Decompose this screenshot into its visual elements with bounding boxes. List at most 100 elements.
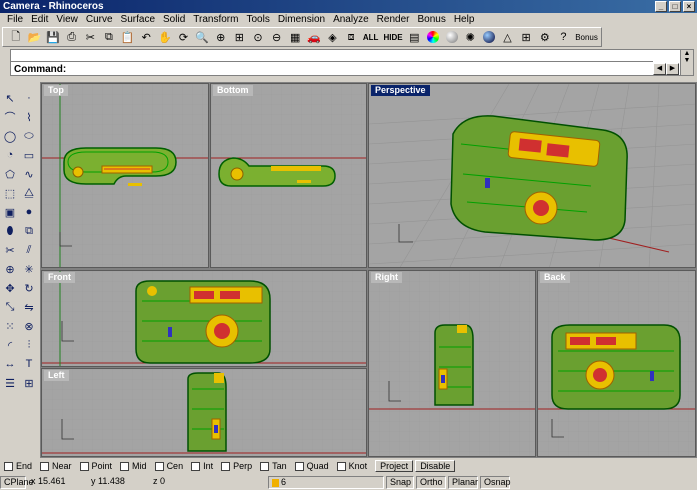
new-icon[interactable]: 🗋 [7, 28, 25, 46]
print-icon[interactable]: ⎙ [63, 28, 81, 46]
osnap-tan[interactable]: Tan [260, 461, 287, 471]
surface-icon[interactable]: ⬚ [2, 185, 18, 201]
sphere-icon[interactable]: ● [21, 204, 37, 220]
render-icon[interactable]: ◈ [324, 28, 342, 46]
shaded-sphere-icon[interactable] [443, 28, 461, 46]
freeform-icon[interactable]: ∿ [21, 166, 37, 182]
menu-analyze[interactable]: Analyze [329, 13, 373, 26]
offset-icon[interactable]: ⫶ [21, 337, 37, 353]
viewport-title[interactable]: Bottom [213, 85, 253, 96]
viewport-right[interactable]: Right [368, 270, 536, 457]
checkbox[interactable] [260, 461, 270, 471]
viewport-left[interactable]: Left [41, 368, 367, 457]
dimension-icon[interactable]: ↔ [2, 356, 18, 372]
show-all-button[interactable]: ALL [361, 28, 381, 46]
circle-icon[interactable]: ◯ [2, 128, 18, 144]
cut-icon[interactable]: ✂ [82, 28, 100, 46]
checkbox[interactable] [4, 461, 13, 471]
zoom-out-icon[interactable]: ⊖ [268, 28, 286, 46]
paste-icon[interactable]: 📋 [119, 28, 137, 46]
trim-icon[interactable]: ✂ [2, 242, 18, 258]
checkbox[interactable] [294, 461, 304, 471]
checkbox[interactable] [221, 461, 231, 471]
text-icon[interactable]: T [21, 356, 37, 372]
mirror-icon[interactable]: ⇋ [21, 299, 37, 315]
menu-file[interactable]: File [3, 13, 27, 26]
zoom-extents-icon[interactable]: ⊞ [231, 28, 249, 46]
car-icon[interactable]: 🚗 [305, 28, 323, 46]
color-wheel-icon[interactable] [424, 28, 442, 46]
menu-bonus[interactable]: Bonus [413, 13, 449, 26]
osnap-mid[interactable]: Mid [120, 461, 147, 471]
polygon-icon[interactable]: ⬠ [2, 166, 18, 182]
menu-help[interactable]: Help [450, 13, 479, 26]
osnap-toggle[interactable]: Osnap [480, 476, 511, 489]
viewport-title[interactable]: Right [371, 272, 402, 283]
loft-icon[interactable]: ⧋ [21, 185, 37, 201]
scale-icon[interactable]: ⤡ [2, 299, 18, 315]
cylinder-icon[interactable]: ⬮ [2, 223, 18, 239]
join-icon[interactable]: ⊕ [2, 261, 18, 277]
osnap-near[interactable]: Near [40, 461, 72, 471]
viewport-title[interactable]: Front [44, 272, 75, 283]
command-scrollbar[interactable]: ▲ ▼ [680, 50, 693, 75]
open-icon[interactable]: 📂 [26, 28, 44, 46]
ortho-toggle[interactable]: Ortho [416, 476, 446, 489]
explode-icon[interactable]: ✳ [21, 261, 37, 277]
zoom-selected-icon[interactable]: ⊙ [249, 28, 267, 46]
menu-edit[interactable]: Edit [27, 13, 52, 26]
maximize-button[interactable]: □ [669, 1, 681, 12]
viewport-title[interactable]: Left [44, 370, 69, 381]
properties-icon[interactable]: ▤ [406, 28, 424, 46]
history-back-icon[interactable]: ◀ [653, 63, 666, 75]
zoom-window-icon[interactable]: 🔍 [193, 28, 211, 46]
menu-transform[interactable]: Transform [189, 13, 242, 26]
select-icon[interactable]: ↖ [2, 90, 18, 106]
osnap-point[interactable]: Point [79, 461, 112, 471]
menu-solid[interactable]: Solid [159, 13, 189, 26]
checkbox[interactable] [79, 461, 89, 471]
checkbox[interactable] [40, 461, 50, 471]
curve-icon[interactable]: ⌒ [2, 109, 18, 125]
settings-icon[interactable]: ⚙ [536, 28, 554, 46]
menu-render[interactable]: Render [373, 13, 414, 26]
planar-toggle[interactable]: Planar [448, 476, 478, 489]
hide-button[interactable]: HIDE [381, 28, 404, 46]
close-button[interactable]: × [683, 1, 695, 12]
menu-dimension[interactable]: Dimension [274, 13, 329, 26]
rectangle-icon[interactable]: ▭ [21, 147, 37, 163]
menu-view[interactable]: View [52, 13, 82, 26]
checkbox[interactable] [154, 461, 164, 471]
osnap-knot[interactable]: Knot [336, 461, 367, 471]
menu-tools[interactable]: Tools [242, 13, 273, 26]
bonus-button[interactable]: Bonus [573, 28, 600, 46]
current-layer[interactable]: 6 [268, 476, 384, 489]
command-input[interactable] [73, 63, 633, 75]
viewport-back[interactable]: Back [537, 270, 696, 457]
zoom-dynamic-icon[interactable]: ⊕ [212, 28, 230, 46]
history-forward-icon[interactable]: ▶ [666, 63, 679, 75]
minimize-button[interactable]: _ [655, 1, 667, 12]
box-icon[interactable]: ▣ [2, 204, 18, 220]
osnap-end[interactable]: End [4, 461, 32, 471]
rendered-sphere-icon[interactable] [480, 28, 498, 46]
sun-icon[interactable]: ✺ [461, 28, 479, 46]
project-button[interactable]: Project [375, 460, 414, 472]
array-icon[interactable]: ⁙ [2, 318, 18, 334]
osnap-cen[interactable]: Cen [154, 461, 183, 471]
copy-icon[interactable]: ⧉ [100, 28, 118, 46]
viewport-bottom[interactable]: Bottom [210, 83, 367, 268]
viewport-perspective[interactable]: Perspective [368, 83, 696, 268]
undo-icon[interactable]: ↶ [137, 28, 155, 46]
viewport-title[interactable]: Back [540, 272, 570, 283]
light-icon[interactable]: △ [499, 28, 517, 46]
viewport-title[interactable]: Perspective [371, 85, 430, 96]
disable-button[interactable]: Disable [415, 460, 456, 472]
boolean-icon[interactable]: ⊗ [21, 318, 37, 334]
ellipse-icon[interactable]: ⬭ [21, 128, 37, 144]
osnap-int[interactable]: Int [191, 461, 213, 471]
checkbox[interactable] [120, 461, 130, 471]
checkbox[interactable] [191, 461, 201, 471]
extrude-icon[interactable]: ⧉ [21, 223, 37, 239]
osnap-perp[interactable]: Perp [221, 461, 252, 471]
